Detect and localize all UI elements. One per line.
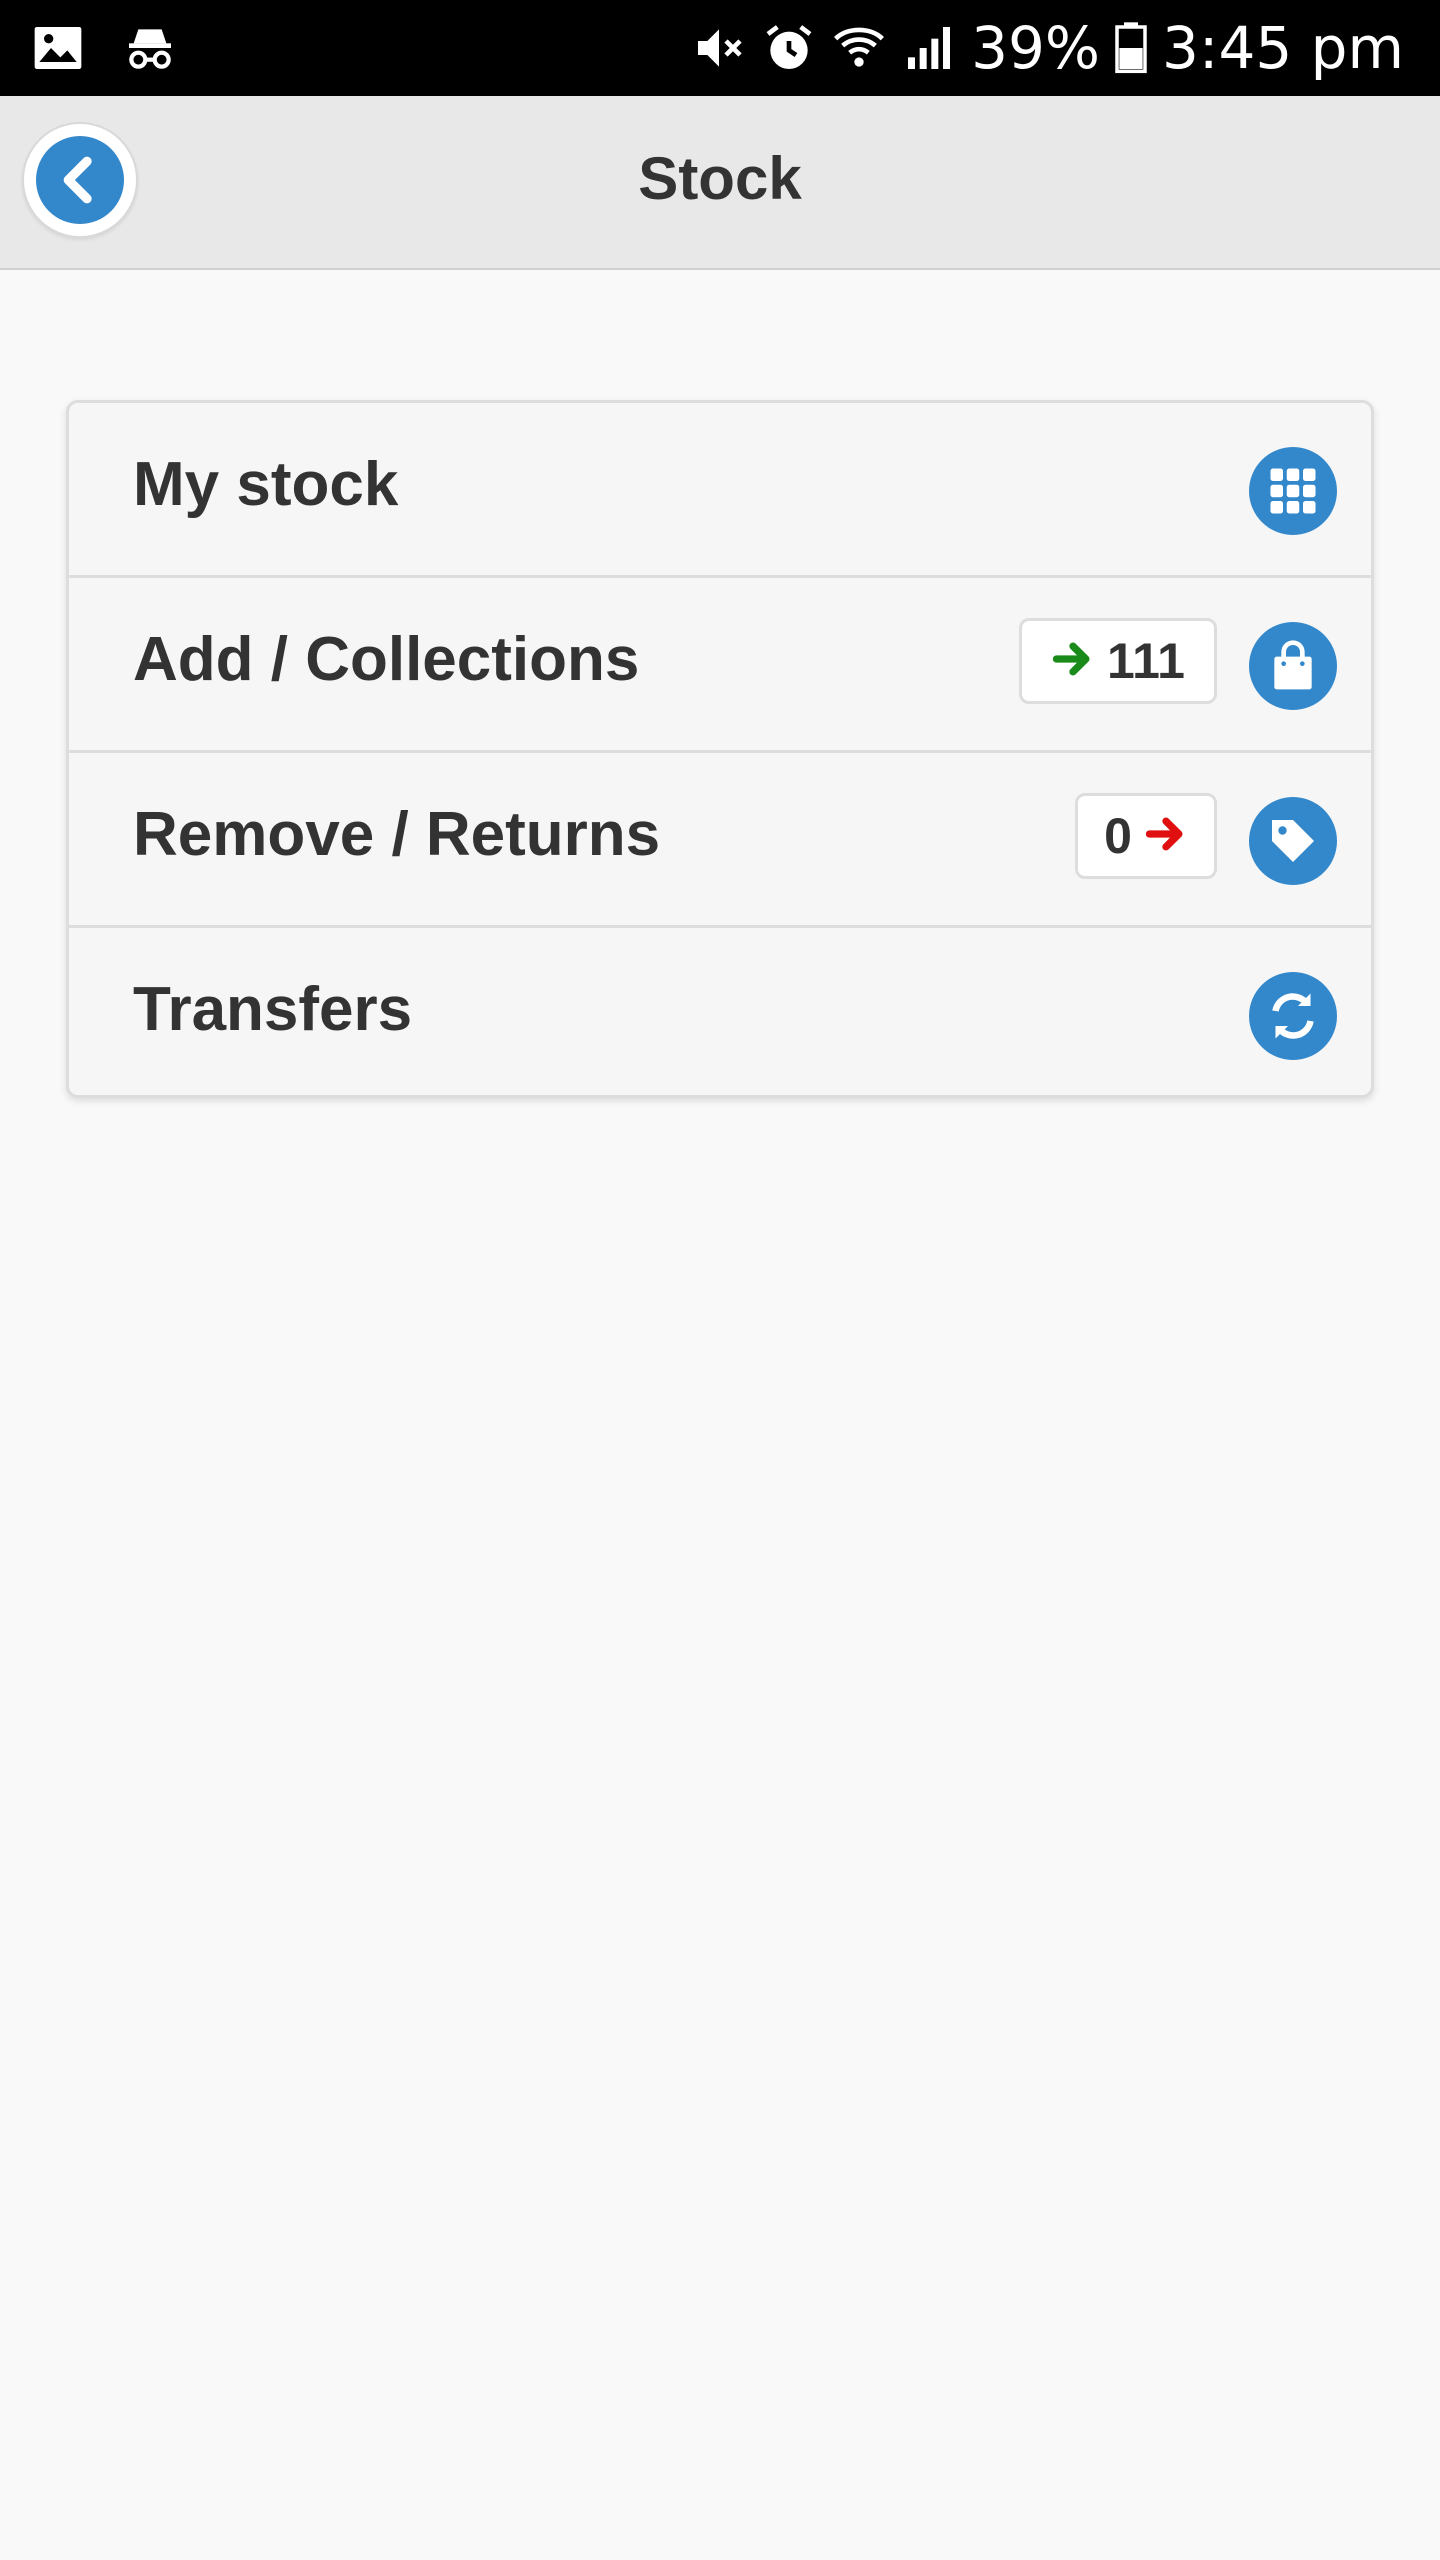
stock-menu-list: My stock Add / Collections 111 Remove / … — [66, 400, 1374, 1098]
incognito-icon — [122, 20, 178, 76]
battery-percent: 39% — [971, 14, 1100, 82]
battery-icon — [1114, 20, 1148, 76]
wifi-icon — [831, 20, 887, 76]
count-value: 111 — [1107, 633, 1185, 689]
refresh-icon — [1249, 972, 1337, 1060]
clock: 3:45 pm — [1162, 14, 1404, 82]
signal-icon — [901, 20, 957, 76]
menu-item-label: My stock — [133, 450, 399, 519]
count-badge: 111 — [1019, 618, 1217, 704]
menu-item-label: Add / Collections — [133, 625, 640, 694]
count-badge: 0 — [1075, 793, 1217, 879]
tag-icon — [1249, 797, 1337, 885]
status-bar-right: 39% 3:45 pm — [691, 0, 1404, 96]
count-value: 0 — [1104, 808, 1132, 864]
alarm-icon — [761, 20, 817, 76]
gallery-icon — [30, 20, 86, 76]
arrow-right-icon — [1051, 637, 1095, 686]
status-bar: 39% 3:45 pm — [0, 0, 1440, 96]
page-title: Stock — [638, 145, 802, 212]
menu-item-add-collections[interactable]: Add / Collections 111 — [69, 578, 1371, 753]
app-header: Stock — [0, 96, 1440, 270]
menu-item-remove-returns[interactable]: Remove / Returns 0 — [69, 753, 1371, 928]
mute-icon — [691, 20, 747, 76]
status-bar-left — [30, 0, 178, 96]
shopping-bag-icon — [1249, 622, 1337, 710]
menu-item-label: Remove / Returns — [133, 800, 661, 869]
menu-item-label: Transfers — [133, 975, 413, 1044]
arrow-right-icon — [1144, 812, 1188, 861]
menu-item-my-stock[interactable]: My stock — [69, 403, 1371, 578]
grid-icon — [1249, 447, 1337, 535]
menu-item-transfers[interactable]: Transfers — [69, 928, 1371, 1095]
